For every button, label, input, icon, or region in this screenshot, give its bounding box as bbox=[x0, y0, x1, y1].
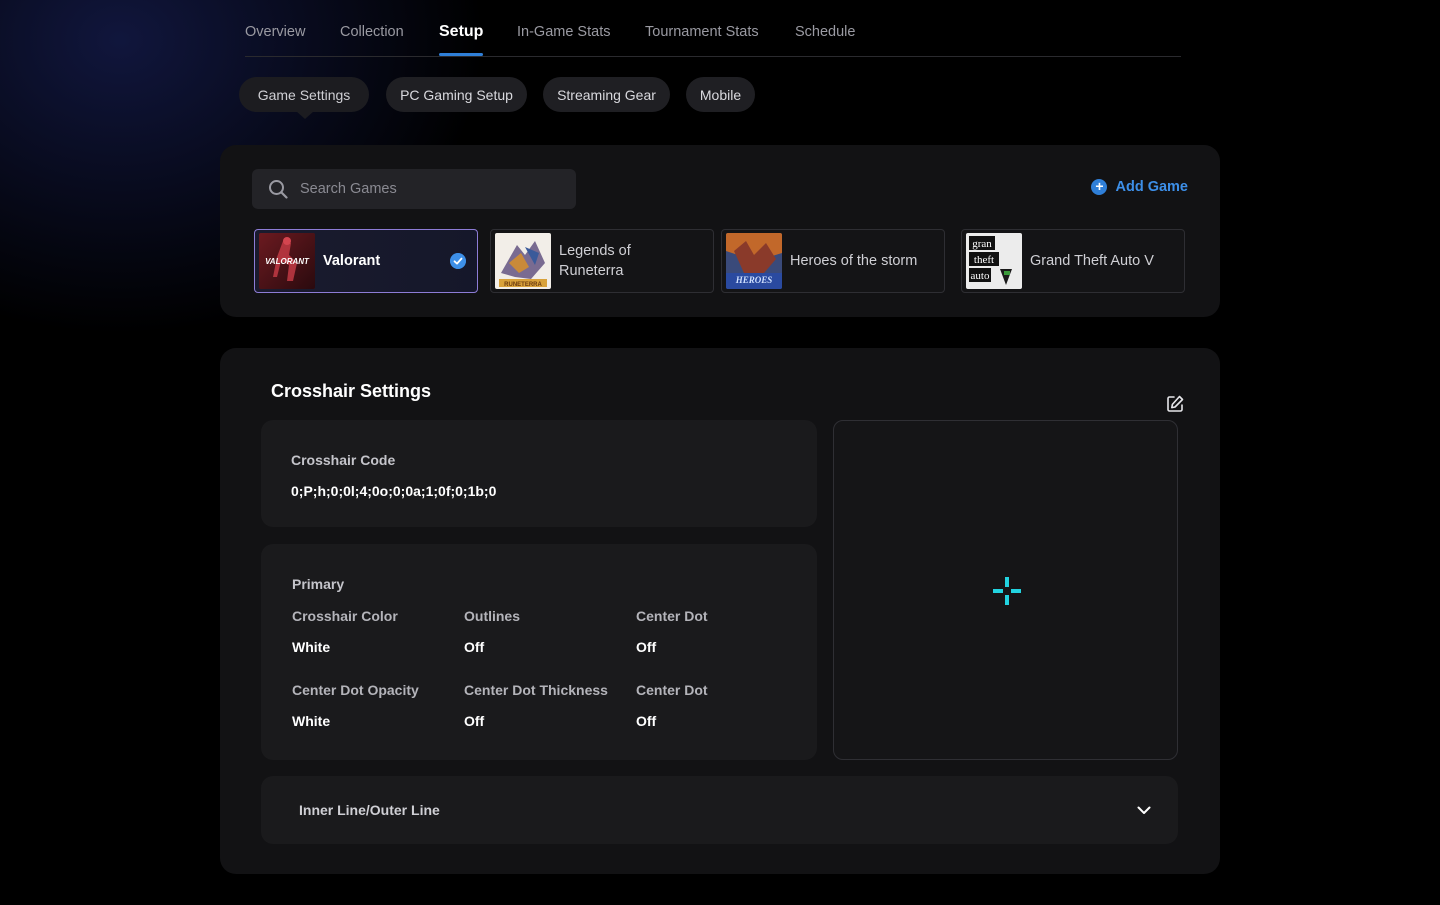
panel-title: Crosshair Settings bbox=[271, 381, 432, 401]
center-dot-opacity-value: White bbox=[292, 713, 331, 729]
crosshair-code-label: Crosshair Code bbox=[291, 452, 396, 468]
subtab-mobile[interactable]: Mobile bbox=[686, 77, 755, 112]
center-dot-thickness-value: Off bbox=[464, 713, 485, 729]
center-dot-label: Center Dot bbox=[636, 608, 708, 624]
game-name: Legends of Runeterra bbox=[559, 243, 631, 279]
crosshair-code-card: Crosshair Code 0;P;h;0;0l;4;0o;0;0a;1;0f… bbox=[261, 420, 817, 527]
subtab-pc-gaming-setup[interactable]: PC Gaming Setup bbox=[386, 77, 527, 112]
crosshair-settings-panel: Crosshair Settings Crosshair Code 0;P;h;… bbox=[220, 348, 1220, 874]
game-name: Heroes of the storm bbox=[790, 253, 918, 269]
subtab-game-settings[interactable]: Game Settings bbox=[239, 77, 369, 112]
svg-text:auto: auto bbox=[971, 270, 990, 282]
svg-text:VALORANT: VALORANT bbox=[265, 257, 310, 266]
check-circle-icon bbox=[450, 253, 466, 269]
center-dot-opacity-label: Center Dot Opacity bbox=[292, 682, 419, 698]
svg-text:theft: theft bbox=[974, 254, 994, 266]
inner-outer-line-accordion[interactable]: Inner Line/Outer Line bbox=[261, 776, 1178, 844]
center-dot-value: Off bbox=[636, 639, 657, 655]
game-card-heroes-of-the-storm[interactable]: HEROES Heroes of the storm bbox=[721, 229, 945, 293]
svg-text:gran: gran bbox=[972, 238, 992, 250]
valorant-thumbnail: VALORANT bbox=[259, 233, 315, 289]
tab-collection[interactable]: Collection bbox=[340, 24, 404, 40]
center-dot-label-2: Center Dot bbox=[636, 682, 708, 698]
crosshair-color-value: White bbox=[292, 639, 331, 655]
accordion-title: Inner Line/Outer Line bbox=[299, 802, 440, 818]
svg-text:HEROES: HEROES bbox=[735, 275, 773, 285]
edit-icon[interactable] bbox=[1165, 394, 1185, 414]
search-icon bbox=[269, 180, 288, 199]
search-box bbox=[252, 169, 576, 209]
tab-overview[interactable]: Overview bbox=[245, 24, 305, 40]
crosshair-code-value[interactable]: 0;P;h;0;0l;4;0o;0;0a;1;0f;0;1b;0 bbox=[291, 483, 496, 499]
crosshair-preview bbox=[833, 420, 1178, 760]
plus-circle-icon: + bbox=[1091, 179, 1108, 195]
center-dot-value-2: Off bbox=[636, 713, 657, 729]
search-input[interactable] bbox=[300, 169, 560, 209]
heroes-of-the-storm-thumbnail: HEROES bbox=[726, 233, 782, 289]
crosshair-icon bbox=[993, 577, 1021, 605]
add-game-label: Add Game bbox=[1115, 179, 1188, 195]
game-card-legends-of-runeterra[interactable]: RUNETERRA Legends of Runeterra bbox=[490, 229, 714, 293]
center-dot-thickness-label: Center Dot Thickness bbox=[464, 682, 608, 698]
outlines-label: Outlines bbox=[464, 608, 521, 624]
legends-of-runeterra-thumbnail: RUNETERRA bbox=[495, 233, 551, 289]
game-card-valorant[interactable]: VALORANT Valorant bbox=[254, 229, 478, 293]
primary-settings-card: Primary Crosshair Color White Outlines O… bbox=[261, 544, 817, 760]
primary-heading: Primary bbox=[292, 576, 345, 592]
game-name: Grand Theft Auto V bbox=[1030, 253, 1154, 269]
outlines-value: Off bbox=[464, 639, 485, 655]
game-card-grand-theft-auto-v[interactable]: gran theft auto Grand Theft Auto V bbox=[961, 229, 1185, 293]
subtab-streaming-gear[interactable]: Streaming Gear bbox=[543, 77, 670, 112]
active-subtab-indicator bbox=[296, 111, 314, 119]
chevron-down-icon bbox=[1137, 806, 1151, 814]
crosshair-color-label: Crosshair Color bbox=[292, 608, 398, 624]
tab-setup[interactable]: Setup bbox=[439, 23, 484, 56]
add-game-button[interactable]: + Add Game bbox=[1091, 179, 1188, 195]
tab-in-game-stats[interactable]: In-Game Stats bbox=[517, 24, 610, 40]
grand-theft-auto-v-thumbnail: gran theft auto bbox=[966, 233, 1022, 289]
svg-text:RUNETERRA: RUNETERRA bbox=[504, 282, 542, 288]
game-name: Valorant bbox=[323, 253, 381, 269]
tab-schedule[interactable]: Schedule bbox=[795, 24, 855, 40]
tab-tournament-stats[interactable]: Tournament Stats bbox=[645, 24, 759, 40]
games-panel: + Add Game VALORANT Valorant bbox=[220, 145, 1220, 317]
top-tab-bar: Overview Collection Setup In-Game Stats … bbox=[245, 0, 1181, 57]
